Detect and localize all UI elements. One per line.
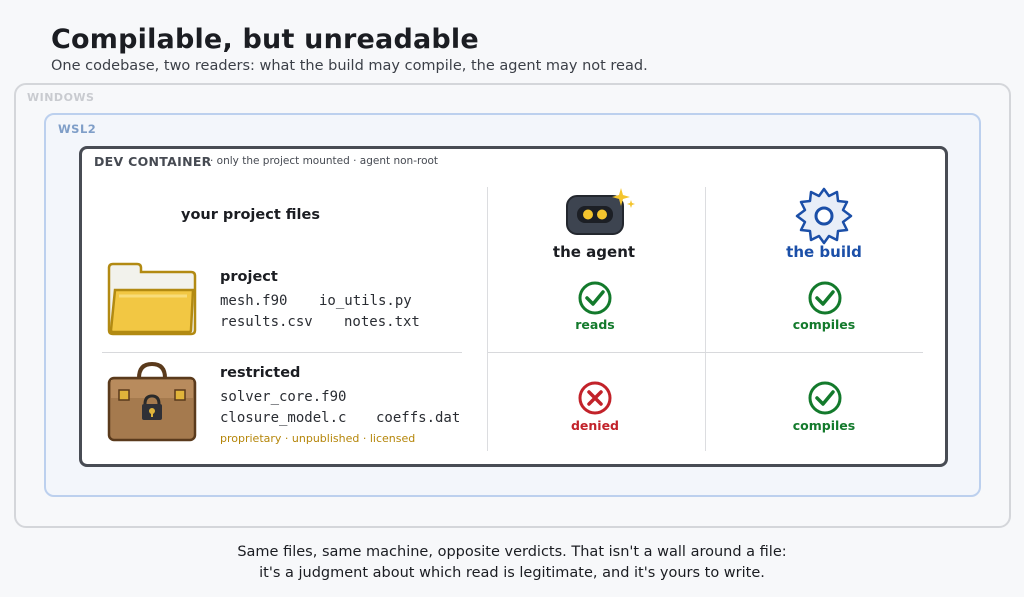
file-name: mesh.f90 <box>220 293 288 309</box>
folder-icon <box>107 262 197 340</box>
check-circle-icon <box>808 281 842 319</box>
divider-verdict-row <box>488 352 923 353</box>
gear-icon <box>795 187 853 249</box>
divider-agent-column <box>487 187 488 451</box>
verdict-agent-project: reads <box>575 317 615 332</box>
x-circle-icon <box>578 381 612 419</box>
robot-icon <box>564 186 638 240</box>
files-heading: your project files <box>181 207 320 223</box>
divider-files-row <box>102 352 462 353</box>
dev-container-note: · only the project mounted · agent non-r… <box>210 155 439 167</box>
locked-briefcase-icon <box>107 361 197 446</box>
check-circle-icon <box>808 381 842 419</box>
restricted-note: proprietary · unpublished · licensed <box>220 432 416 445</box>
build-column-heading: the build <box>786 243 862 261</box>
windows-label: WINDOWS <box>27 91 95 104</box>
page-title: Compilable, but unreadable <box>51 24 479 55</box>
restricted-group-title: restricted <box>220 365 301 381</box>
page-subtitle: One codebase, two readers: what the buil… <box>51 58 648 74</box>
dev-container-label: DEV CONTAINER <box>94 154 212 169</box>
verdict-build-restricted: compiles <box>792 418 856 433</box>
project-group-title: project <box>220 269 278 285</box>
divider-build-column <box>705 187 706 451</box>
file-name: results.csv <box>220 314 313 330</box>
footer-line-2: it's a judgment about which read is legi… <box>259 565 765 581</box>
wsl-label: WSL2 <box>58 122 97 136</box>
verdict-build-project: compiles <box>792 317 856 332</box>
check-circle-icon <box>578 281 612 319</box>
verdict-agent-restricted: denied <box>570 418 620 433</box>
file-name: notes.txt <box>344 314 420 330</box>
file-name: io_utils.py <box>319 293 412 309</box>
agent-column-heading: the agent <box>552 243 636 261</box>
file-name: closure_model.c <box>220 410 347 426</box>
footer-line-1: Same files, same machine, opposite verdi… <box>237 544 787 560</box>
file-name: coeffs.dat <box>376 410 461 426</box>
file-name: solver_core.f90 <box>220 389 347 405</box>
